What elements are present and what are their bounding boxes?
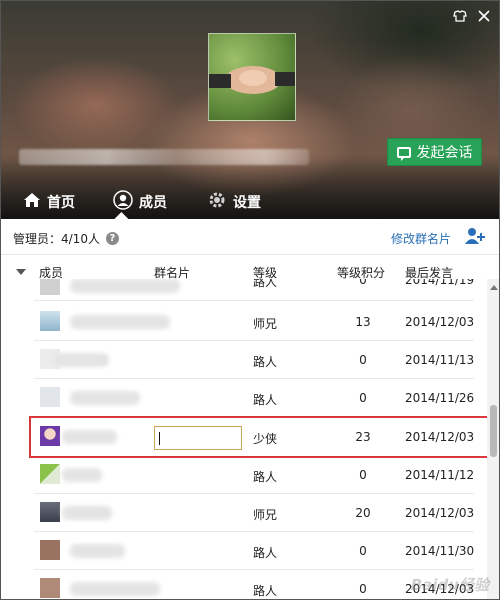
member-avatar — [40, 464, 60, 484]
table-row[interactable]: 路人 0 2014/11/13 — [34, 341, 474, 379]
member-level: 路人 — [253, 393, 278, 407]
tab-settings[interactable]: 设置 — [167, 185, 261, 219]
member-name-blurred — [70, 544, 125, 558]
tab-members[interactable]: 成员 — [75, 185, 167, 219]
table-row[interactable]: 师兄 20 2014/12/03 — [34, 494, 474, 532]
member-points: 0 — [359, 544, 367, 558]
member-avatar — [40, 311, 60, 331]
members-toolbar: 管理员：4/10人 ? 修改群名片 — [1, 219, 499, 255]
member-level: 路人 — [253, 355, 278, 369]
member-last-post: 2014/12/03 — [405, 315, 475, 329]
tab-settings-label: 设置 — [233, 195, 261, 211]
member-level: 师兄 — [253, 508, 278, 522]
member-name-blurred — [70, 279, 180, 293]
chat-bubble-icon — [396, 146, 411, 161]
member-last-post: 2014/11/30 — [405, 544, 475, 558]
member-points: 0 — [359, 391, 367, 405]
member-level: 师兄 — [253, 317, 278, 331]
person-icon — [113, 190, 133, 214]
tab-home-label: 首页 — [47, 195, 75, 211]
member-points: 0 — [359, 279, 367, 287]
table-row[interactable]: 路人 0 2014/11/19 — [34, 279, 474, 301]
table-row[interactable]: 路人 0 2014/11/30 — [34, 532, 474, 570]
scroll-up-icon[interactable] — [490, 285, 498, 290]
tab-home[interactable]: 首页 — [1, 185, 75, 219]
table-row[interactable]: 路人 0 2014/11/12 — [34, 456, 474, 494]
title-bar-icons — [451, 7, 493, 25]
member-avatar — [40, 279, 60, 295]
member-name-blurred — [70, 391, 140, 405]
member-points: 0 — [359, 468, 367, 482]
start-chat-button[interactable]: 发起会话 — [387, 138, 482, 166]
member-name-blurred — [62, 506, 112, 520]
member-name-blurred — [62, 468, 102, 482]
group-window: 发起会话 首页 成员 设置 管理员：4/10人 ? 修改群名片 成员 群名片 等… — [0, 0, 500, 600]
member-points: 0 — [359, 353, 367, 367]
member-last-post: 2014/11/19 — [405, 279, 475, 287]
scrollbar-thumb[interactable] — [490, 405, 497, 457]
member-table-header: 成员 群名片 等级 等级积分 最后发言 — [1, 255, 487, 280]
tab-members-label: 成员 — [139, 195, 167, 211]
table-row[interactable]: 师兄 13 2014/12/03 — [34, 303, 474, 341]
group-name-blurred — [19, 149, 309, 165]
member-points: 13 — [355, 315, 371, 329]
member-level: 路人 — [253, 546, 278, 560]
member-last-post: 2014/11/12 — [405, 468, 475, 482]
gear-icon — [207, 190, 227, 214]
member-last-post: 2014/12/03 — [405, 506, 475, 520]
start-chat-label: 发起会话 — [416, 145, 473, 161]
highlight-box — [29, 416, 497, 458]
edit-group-card-link[interactable]: 修改群名片 — [391, 230, 451, 247]
close-icon[interactable] — [475, 7, 493, 25]
admin-count-text: 管理员：4/10人 — [13, 232, 100, 246]
table-row[interactable]: 路人 0 2014/11/26 — [34, 379, 474, 417]
member-avatar — [40, 502, 60, 522]
admin-count: 管理员：4/10人 ? — [13, 230, 119, 247]
home-icon — [23, 192, 41, 212]
skin-icon[interactable] — [451, 7, 469, 25]
member-level: 路人 — [253, 279, 278, 289]
member-name-blurred — [70, 582, 160, 596]
watermark: Baidu经验 — [410, 576, 489, 594]
member-points: 0 — [359, 582, 367, 596]
member-name-blurred — [70, 315, 170, 329]
member-level: 路人 — [253, 584, 278, 598]
member-avatar — [40, 578, 60, 598]
collapse-triangle-icon[interactable] — [16, 269, 26, 275]
header-tabs: 首页 成员 设置 — [1, 185, 499, 219]
member-points: 20 — [355, 506, 371, 520]
member-last-post: 2014/11/13 — [405, 353, 475, 367]
group-avatar — [208, 33, 296, 121]
member-name-blurred — [54, 353, 109, 367]
member-avatar — [40, 387, 60, 407]
member-level: 路人 — [253, 470, 278, 484]
group-header: 发起会话 首页 成员 设置 — [1, 1, 499, 219]
help-icon[interactable]: ? — [105, 232, 119, 245]
table-row[interactable]: 路人 0 2014/12/03 — [34, 570, 474, 599]
add-member-icon[interactable] — [464, 227, 486, 245]
member-avatar — [40, 540, 60, 560]
member-list-scrollbar[interactable] — [487, 279, 499, 599]
member-last-post: 2014/11/26 — [405, 391, 475, 405]
